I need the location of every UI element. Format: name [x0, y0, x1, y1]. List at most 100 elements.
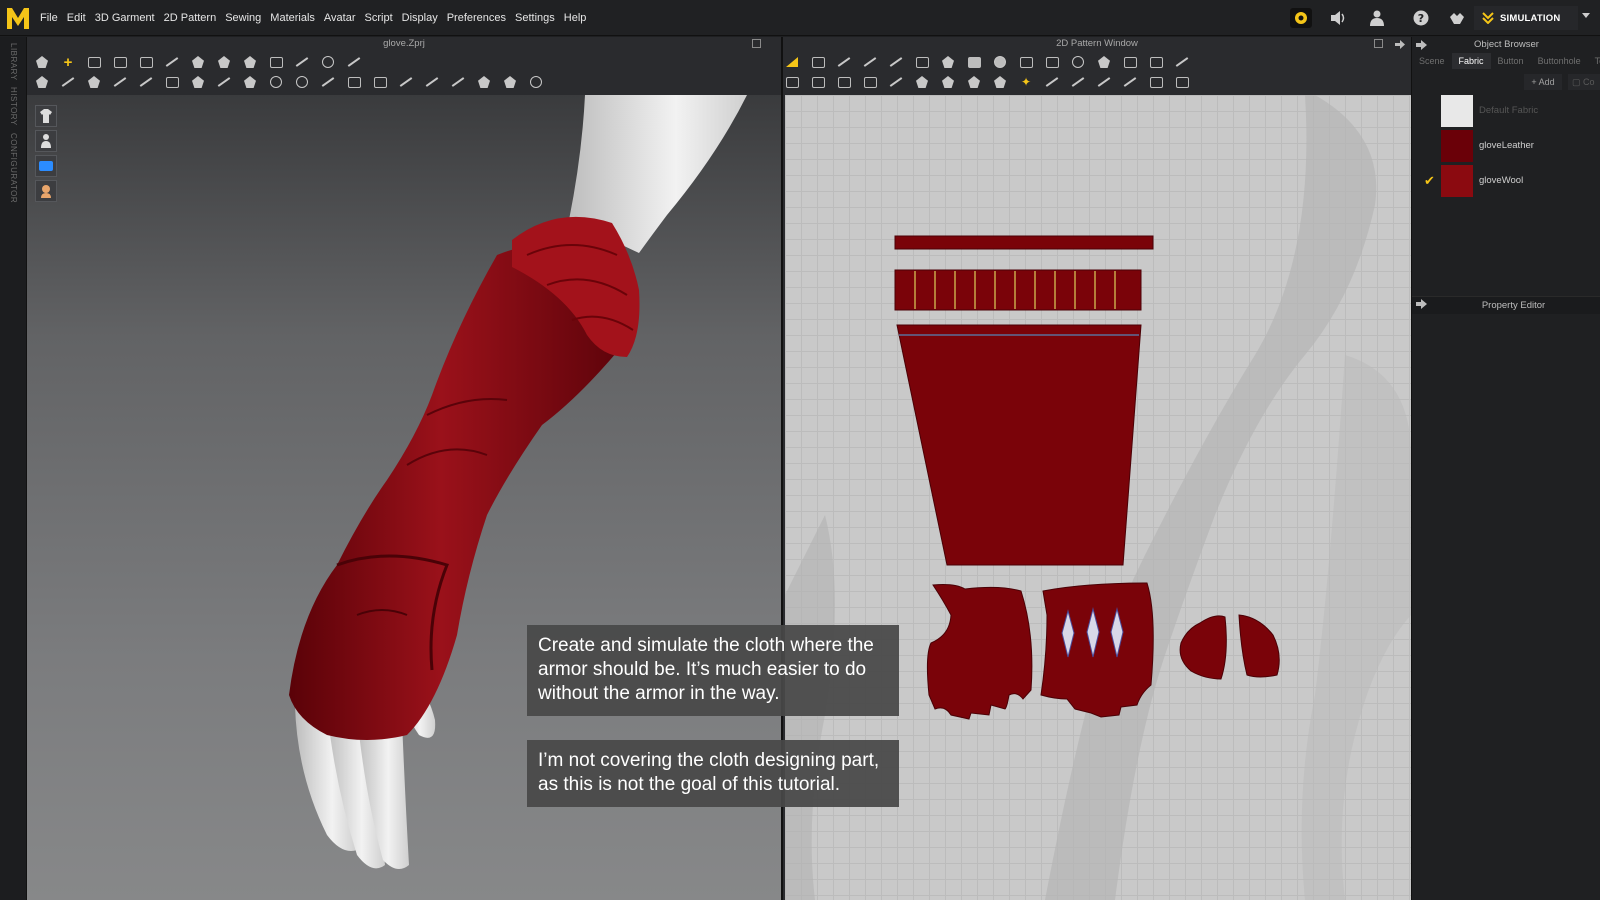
texture-2d-icon[interactable]: ✦ [1013, 72, 1039, 92]
fold-2d-icon[interactable] [961, 72, 987, 92]
tab-buttonhole[interactable]: Buttonhole [1531, 53, 1588, 69]
circle-icon[interactable] [987, 52, 1013, 72]
free-sewing-icon[interactable] [805, 72, 831, 92]
transform-icon[interactable] [107, 52, 133, 72]
line-tool-icon[interactable] [159, 52, 185, 72]
connect-icon[interactable] [1446, 7, 1468, 29]
tab-library[interactable]: LIBRARY [9, 43, 18, 81]
buttonhole-icon[interactable] [289, 72, 315, 92]
tab-topstitch[interactable]: Topst [1588, 53, 1600, 69]
add-point-icon[interactable] [883, 52, 909, 72]
menu-item-materials[interactable]: Materials [270, 12, 315, 24]
edit-point-icon[interactable] [805, 52, 831, 72]
hanger-icon[interactable] [107, 72, 133, 92]
menu-item-avatar[interactable]: Avatar [324, 12, 356, 24]
tab-fabric[interactable]: Fabric [1451, 53, 1491, 69]
tab-history[interactable]: HISTORY [9, 87, 18, 126]
dart-icon[interactable] [1091, 52, 1117, 72]
menu-item-2d-pattern[interactable]: 2D Pattern [164, 12, 217, 24]
segment-sewing-icon[interactable] [779, 72, 805, 92]
smooth-icon[interactable] [81, 72, 107, 92]
check-sewing-icon[interactable] [857, 72, 883, 92]
app-logo-icon[interactable] [4, 4, 32, 32]
select-tool-icon[interactable] [29, 52, 55, 72]
fabric-item-glovewool[interactable]: ✔ gloveWool [1412, 165, 1600, 199]
trim-2d-icon[interactable] [987, 72, 1013, 92]
menu-item-preferences[interactable]: Preferences [447, 12, 506, 24]
tab-configurator[interactable]: CONFIGURATOR [9, 133, 18, 203]
print-icon[interactable] [367, 72, 393, 92]
avatar-pose-icon[interactable] [29, 72, 55, 92]
transform-pattern-icon[interactable] [779, 52, 805, 72]
menu-item-help[interactable]: Help [564, 12, 587, 24]
fabric-item-default[interactable]: Default Fabric [1412, 95, 1600, 129]
menu-item-sewing[interactable]: Sewing [225, 12, 261, 24]
measure-icon[interactable] [341, 52, 367, 72]
grid-icon[interactable] [1169, 72, 1195, 92]
ruler-icon[interactable] [315, 72, 341, 92]
user-icon[interactable] [1366, 7, 1388, 29]
pleat-icon[interactable] [1143, 52, 1169, 72]
pattern-rib-band[interactable] [894, 269, 1142, 311]
stitch-icon[interactable] [211, 72, 237, 92]
tab-button[interactable]: Button [1491, 53, 1531, 69]
brush-icon[interactable] [55, 72, 81, 92]
menu-item-edit[interactable]: Edit [67, 12, 86, 24]
expand-arrow-icon[interactable] [1395, 40, 1405, 49]
edit-curve-icon[interactable] [831, 52, 857, 72]
pattern-strap[interactable] [894, 235, 1154, 250]
polygon-icon[interactable] [909, 52, 935, 72]
hem-icon[interactable] [1169, 52, 1195, 72]
speaker-icon[interactable] [1327, 7, 1349, 29]
trace-icon[interactable] [1117, 52, 1143, 72]
popout-2d-icon[interactable] [1374, 39, 1383, 48]
menu-item-display[interactable]: Display [402, 12, 438, 24]
menu-item-3d-garment[interactable]: 3D Garment [95, 12, 155, 24]
m-n-sewing-icon[interactable] [831, 72, 857, 92]
internal-circle-icon[interactable] [1065, 52, 1091, 72]
popout-icon[interactable] [752, 39, 761, 48]
cloud-icon[interactable] [1290, 7, 1312, 29]
zipper-2d-icon[interactable] [909, 72, 935, 92]
menu-item-script[interactable]: Script [365, 12, 393, 24]
flat-icon[interactable] [419, 72, 445, 92]
scissor-icon[interactable] [133, 72, 159, 92]
menu-item-file[interactable]: File [40, 12, 58, 24]
shirt-arrange-icon[interactable] [471, 72, 497, 92]
measure-2d-icon[interactable] [1117, 72, 1143, 92]
internal-polygon-icon[interactable] [1013, 52, 1039, 72]
texture-icon[interactable] [237, 72, 263, 92]
arrange-icon[interactable] [237, 52, 263, 72]
internal-rect-icon[interactable] [1039, 52, 1065, 72]
simulation-button[interactable]: SIMULATION [1474, 6, 1578, 30]
mode-dropdown-caret-icon[interactable] [1582, 13, 1590, 18]
tack-icon[interactable] [263, 52, 289, 72]
fabric-item-gloveleather[interactable]: gloveLeather [1412, 130, 1600, 164]
pattern-hand-back[interactable] [926, 584, 1033, 720]
copy-fabric-button[interactable]: ▢ Co [1568, 74, 1600, 90]
help-icon[interactable]: ? [1410, 7, 1432, 29]
menu-item-settings[interactable]: Settings [515, 12, 555, 24]
pattern-forearm[interactable] [896, 324, 1142, 566]
topstitch-icon[interactable] [1065, 72, 1091, 92]
trim-icon[interactable] [393, 72, 419, 92]
garment-fit-icon[interactable] [159, 72, 185, 92]
rectangle-icon[interactable] [935, 52, 961, 72]
tack-2d-icon[interactable] [883, 72, 909, 92]
hat-icon[interactable] [523, 72, 549, 92]
curve-point-icon[interactable] [857, 52, 883, 72]
shirt-fold-icon[interactable] [497, 72, 523, 92]
shirt-icon[interactable] [211, 52, 237, 72]
pattern-thumb-b[interactable] [1238, 614, 1280, 678]
box-select-icon[interactable] [81, 52, 107, 72]
pattern-thumb-a[interactable] [1179, 615, 1227, 680]
pattern-palm[interactable] [1040, 582, 1154, 718]
lasso-icon[interactable] [315, 52, 341, 72]
split-icon[interactable] [445, 72, 471, 92]
grade-icon[interactable] [1143, 72, 1169, 92]
fold-icon[interactable] [133, 52, 159, 72]
curve-stitch-icon[interactable] [1091, 72, 1117, 92]
pin-icon[interactable] [185, 52, 211, 72]
tab-scene[interactable]: Scene [1412, 53, 1452, 69]
zipper-icon[interactable] [185, 72, 211, 92]
